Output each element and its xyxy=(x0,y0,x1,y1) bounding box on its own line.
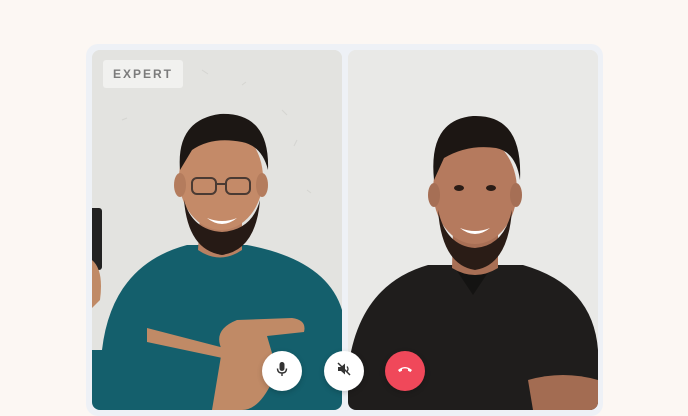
speaker-mute-button[interactable] xyxy=(324,351,364,391)
speaker-muted-icon xyxy=(336,361,352,382)
end-call-button[interactable] xyxy=(385,351,425,391)
phone-hangup-icon xyxy=(396,360,414,383)
microphone-icon xyxy=(274,361,290,382)
call-controls xyxy=(0,351,688,391)
expert-badge: EXPERT xyxy=(103,60,184,88)
mic-button[interactable] xyxy=(262,351,302,391)
